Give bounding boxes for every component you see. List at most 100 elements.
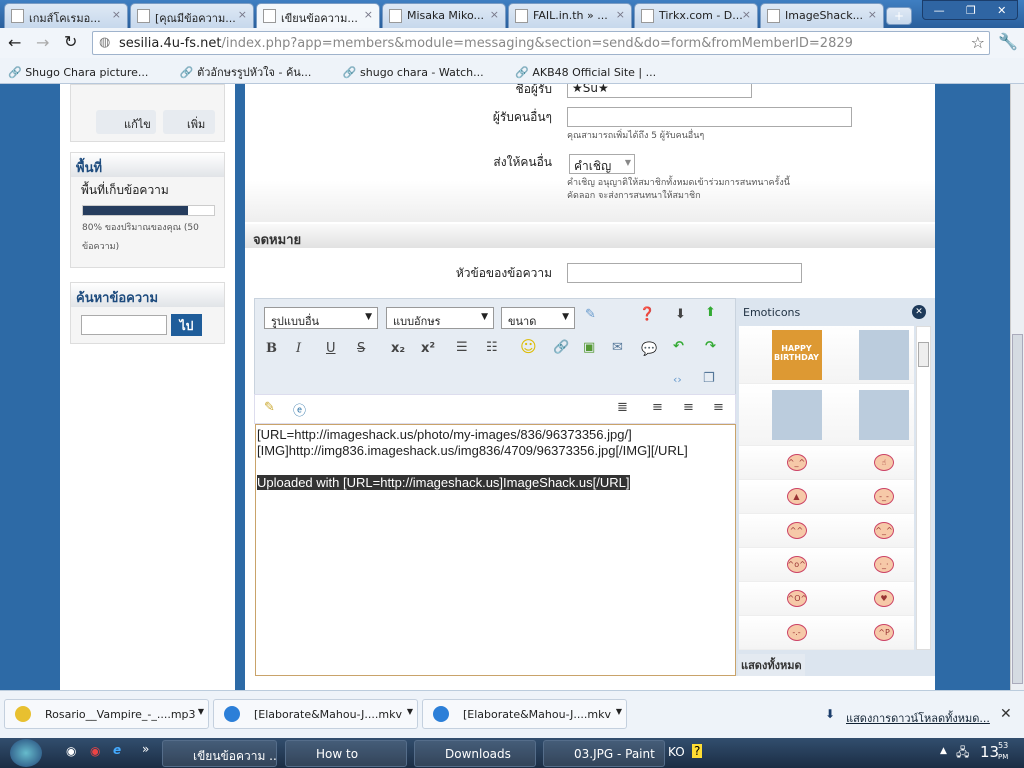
- emoticon-item[interactable]: ^P: [854, 616, 914, 650]
- close-tab-icon[interactable]: ×: [742, 8, 751, 21]
- restore-icon[interactable]: ⬇: [675, 307, 686, 322]
- help-icon[interactable]: ?: [692, 744, 703, 758]
- format-select[interactable]: รูปแบบอื่น: [264, 307, 378, 329]
- chrome-icon[interactable]: ◉: [90, 744, 100, 758]
- emoticon-item[interactable]: -.-: [739, 616, 854, 650]
- tab-1[interactable]: [คุณมีข้อความ... ×: [130, 3, 254, 28]
- size-select[interactable]: ขนาด: [501, 307, 575, 329]
- tab-3[interactable]: Misaka Miko... ×: [382, 3, 506, 28]
- show-all-emoticons-link[interactable]: แสดงทั้งหมด: [738, 654, 805, 676]
- underline-button[interactable]: U: [326, 341, 336, 356]
- close-tab-icon[interactable]: ×: [490, 8, 499, 21]
- start-button[interactable]: [10, 739, 42, 767]
- remove-format-icon[interactable]: ✎: [585, 307, 596, 322]
- bookmark-item[interactable]: 🔗 AKB48 Official Site | ...: [515, 66, 670, 79]
- taskbar-item[interactable]: How to: [285, 740, 407, 767]
- number-list-icon[interactable]: ☷: [486, 340, 498, 355]
- bookmark-item[interactable]: 🔗 ตัวอักษรรูปหัวใจ - ค้น...: [180, 66, 325, 79]
- tab-6[interactable]: ImageShack... ×: [760, 3, 884, 28]
- emoticon-item[interactable]: [854, 326, 914, 384]
- emoticon-item[interactable]: ^O^: [739, 582, 854, 616]
- clock-hour[interactable]: 13: [980, 743, 999, 761]
- emoticon-item[interactable]: HAPPY BIRTHDAY: [739, 326, 854, 384]
- download-item[interactable]: [Elaborate&Mahou-J....mkv ▼: [213, 699, 418, 729]
- download-item[interactable]: [Elaborate&Mahou-J....mkv ▼: [422, 699, 627, 729]
- source-icon[interactable]: ‹›: [673, 373, 682, 386]
- bookmark-item[interactable]: 🔗 Shugo Chara picture...: [8, 66, 162, 79]
- emoticon-item[interactable]: ^_^: [854, 514, 914, 548]
- ie-icon[interactable]: e: [113, 743, 121, 757]
- tray-expand-icon[interactable]: ▲: [940, 746, 947, 756]
- chevron-down-icon[interactable]: ▼: [407, 707, 413, 716]
- tab-0[interactable]: เกมส์โคเรมอ... ×: [4, 3, 128, 28]
- send-select[interactable]: คำเชิญ ▼: [569, 154, 635, 174]
- superscript-button[interactable]: x²: [421, 341, 435, 356]
- draft-icon[interactable]: ✎: [264, 400, 275, 415]
- reload-icon[interactable]: ↻: [64, 32, 77, 51]
- emoticon-item[interactable]: ^_^: [739, 446, 854, 480]
- more-icon[interactable]: »: [142, 742, 149, 756]
- search-go-button[interactable]: ไป: [171, 314, 202, 336]
- redo-icon[interactable]: ↷: [705, 339, 716, 354]
- search-input[interactable]: [81, 315, 167, 335]
- show-all-downloads-link[interactable]: แสดงการดาวน์โหลดทั้งหมด...: [846, 709, 991, 727]
- toggle-editor-icon[interactable]: ❐: [703, 371, 715, 386]
- save-icon[interactable]: ⬆: [705, 305, 716, 320]
- close-tab-icon[interactable]: ×: [616, 8, 625, 21]
- italic-button[interactable]: I: [296, 341, 301, 356]
- emoticon-item[interactable]: ^^: [739, 514, 854, 548]
- chevron-down-icon[interactable]: ▼: [616, 707, 622, 716]
- quote-icon[interactable]: 💬: [641, 342, 657, 357]
- emoticon-item[interactable]: ^o^: [739, 548, 854, 582]
- emoticons-scrollbar[interactable]: [916, 326, 931, 650]
- align-right-icon[interactable]: ≡: [713, 400, 724, 415]
- chevron-down-icon[interactable]: ▼: [198, 707, 204, 716]
- emoticon-item[interactable]: -_-: [854, 480, 914, 514]
- taskbar-item[interactable]: 03.JPG - Paint: [543, 740, 665, 767]
- forward-icon[interactable]: →: [36, 33, 49, 52]
- close-emoticons-icon[interactable]: ✕: [912, 305, 926, 319]
- close-download-bar-icon[interactable]: ✕: [1000, 706, 1012, 722]
- bold-button[interactable]: B: [266, 341, 277, 356]
- star-icon[interactable]: ☆: [971, 33, 985, 52]
- bookmark-item[interactable]: 🔗 shugo chara - Watch...: [343, 66, 498, 79]
- new-tab-button[interactable]: +: [886, 7, 912, 25]
- undo-icon[interactable]: ↶: [673, 339, 684, 354]
- emoticon-item[interactable]: ▲: [739, 480, 854, 514]
- emoticon-item[interactable]: ·_·: [854, 548, 914, 582]
- strike-button[interactable]: S: [357, 341, 365, 356]
- close-tab-icon[interactable]: ×: [238, 8, 247, 21]
- recipient-input[interactable]: ★Su★: [567, 84, 752, 98]
- network-icon[interactable]: 🖧: [956, 743, 969, 764]
- subject-input[interactable]: [567, 263, 802, 283]
- align-left-icon[interactable]: ≡: [652, 400, 663, 415]
- edit-folder-button[interactable]: แก้ไข: [96, 110, 156, 134]
- emoticon-icon[interactable]: ☺: [520, 337, 537, 356]
- indent-icon[interactable]: ≣: [617, 400, 628, 415]
- message-textarea[interactable]: [URL=http://imageshack.us/photo/my-image…: [255, 424, 736, 676]
- minimize-button[interactable]: —: [934, 4, 945, 17]
- address-bar[interactable]: ◍ sesilia.4u-fs.net/index.php?app=members…: [92, 31, 990, 55]
- close-tab-icon[interactable]: ×: [364, 8, 373, 21]
- align-center-icon[interactable]: ≡: [683, 400, 694, 415]
- emoticon-item[interactable]: ☝: [854, 446, 914, 480]
- close-tab-icon[interactable]: ×: [112, 8, 121, 21]
- add-folder-button[interactable]: เพิ่ม: [163, 110, 215, 134]
- taskbar-item[interactable]: Downloads: [414, 740, 536, 767]
- image-icon[interactable]: ▣: [583, 340, 595, 355]
- link-icon[interactable]: 🔗: [553, 340, 569, 355]
- quicklaunch-icon[interactable]: ◉: [66, 744, 76, 758]
- help-icon[interactable]: ❓: [639, 307, 655, 322]
- twitter-icon[interactable]: ⓔ: [293, 400, 306, 419]
- taskbar-item[interactable]: เขียนข้อความ ...: [162, 740, 277, 767]
- others-input[interactable]: [567, 107, 852, 127]
- page-scrollbar[interactable]: [1010, 84, 1024, 690]
- emoticon-item[interactable]: ♥: [854, 582, 914, 616]
- bullet-list-icon[interactable]: ☰: [456, 340, 468, 355]
- download-item[interactable]: Rosario__Vampire_-_....mp3 ▼: [4, 699, 209, 729]
- tab-2[interactable]: เขียนข้อความ... ×: [256, 3, 380, 28]
- email-icon[interactable]: ✉: [612, 340, 623, 355]
- emoticon-item[interactable]: [854, 384, 914, 446]
- font-select[interactable]: แบบอักษร: [386, 307, 494, 329]
- tab-5[interactable]: Tirkx.com - D... ×: [634, 3, 758, 28]
